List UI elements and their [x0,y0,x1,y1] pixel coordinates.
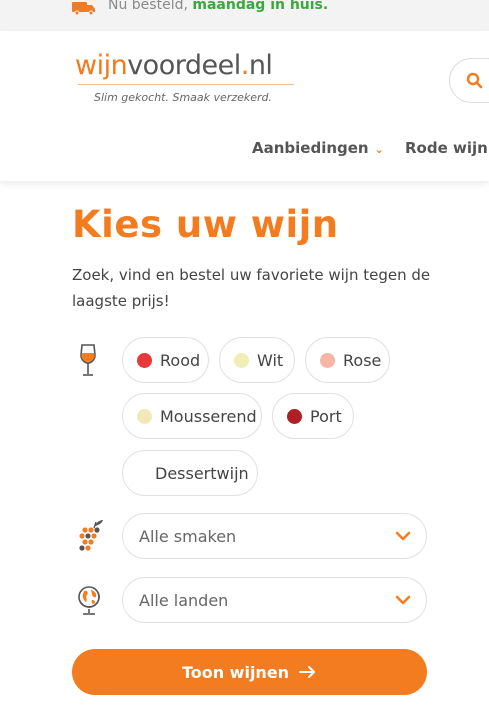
truck-icon [72,2,95,15]
wine-glass-icon [80,344,96,376]
wine-type-rose[interactable]: Rose [305,337,390,383]
color-dot [234,352,249,368]
site-header: wijnvoordeel.nl Slim gekocht. Smaak verz… [0,31,489,181]
chip-label: Mousserend [160,406,257,426]
chevron-down-icon [395,531,411,541]
delivery-bar: Nu besteld, maandag in huis. [0,0,489,31]
logo-wordmark: wijnvoordeel.nl [75,50,273,81]
nav-item-label: Aanbiedingen [252,139,369,157]
intro-text: Zoek, vind en bestel uw favoriete wijn t… [72,266,431,310]
chip-label: Port [310,406,342,426]
logo-tagline: Slim gekocht. Smaak verzekerd. [94,91,273,104]
nav-item-rode-wijn[interactable]: Rode wijn⌄ [405,139,489,157]
wine-type-mousserend[interactable]: Mousserend [122,393,262,439]
arrow-right-icon [299,666,316,678]
nav-item-label: Rode wijn [405,139,488,157]
nav-item-aanbiedingen[interactable]: Aanbiedingen ⌄ [252,139,384,157]
chevron-down-icon: ⌄ [374,143,384,156]
chevron-down-icon [395,595,411,605]
color-dot [287,408,302,424]
delivery-text: Nu besteld, maandag in huis. [108,0,328,13]
chip-label: Wit [257,350,284,370]
color-dot [137,352,152,368]
taste-select-value: Alle smaken [139,526,237,546]
wine-type-rood[interactable]: Rood [122,337,209,383]
grapes-icon [79,520,103,551]
chip-label: Dessertwijn [155,463,249,483]
search-icon [466,72,483,89]
show-wines-button[interactable]: Toon wijnen [72,649,427,695]
color-dot [320,352,335,368]
wine-type-wit[interactable]: Wit [219,337,295,383]
country-select-value: Alle landen [139,590,229,610]
color-dot [137,408,152,424]
chip-label: Rose [343,350,382,370]
search-button[interactable] [449,58,489,103]
logo-underline [78,84,294,85]
page-title: Kies uw wijn [72,203,339,246]
wine-type-port[interactable]: Port [272,393,354,439]
wine-type-dessertwijn[interactable]: Dessertwijn [122,450,258,496]
globe-icon [78,586,100,615]
country-select[interactable]: Alle landen [122,577,427,623]
delivery-text-highlight: maandag in huis. [192,0,329,13]
delivery-text-prefix: Nu besteld, [108,0,188,13]
site-logo[interactable]: wijnvoordeel.nl Slim gekocht. Smaak verz… [75,49,294,104]
taste-select[interactable]: Alle smaken [122,513,427,559]
cta-label: Toon wijnen [181,662,290,682]
chip-label: Rood [160,350,201,370]
